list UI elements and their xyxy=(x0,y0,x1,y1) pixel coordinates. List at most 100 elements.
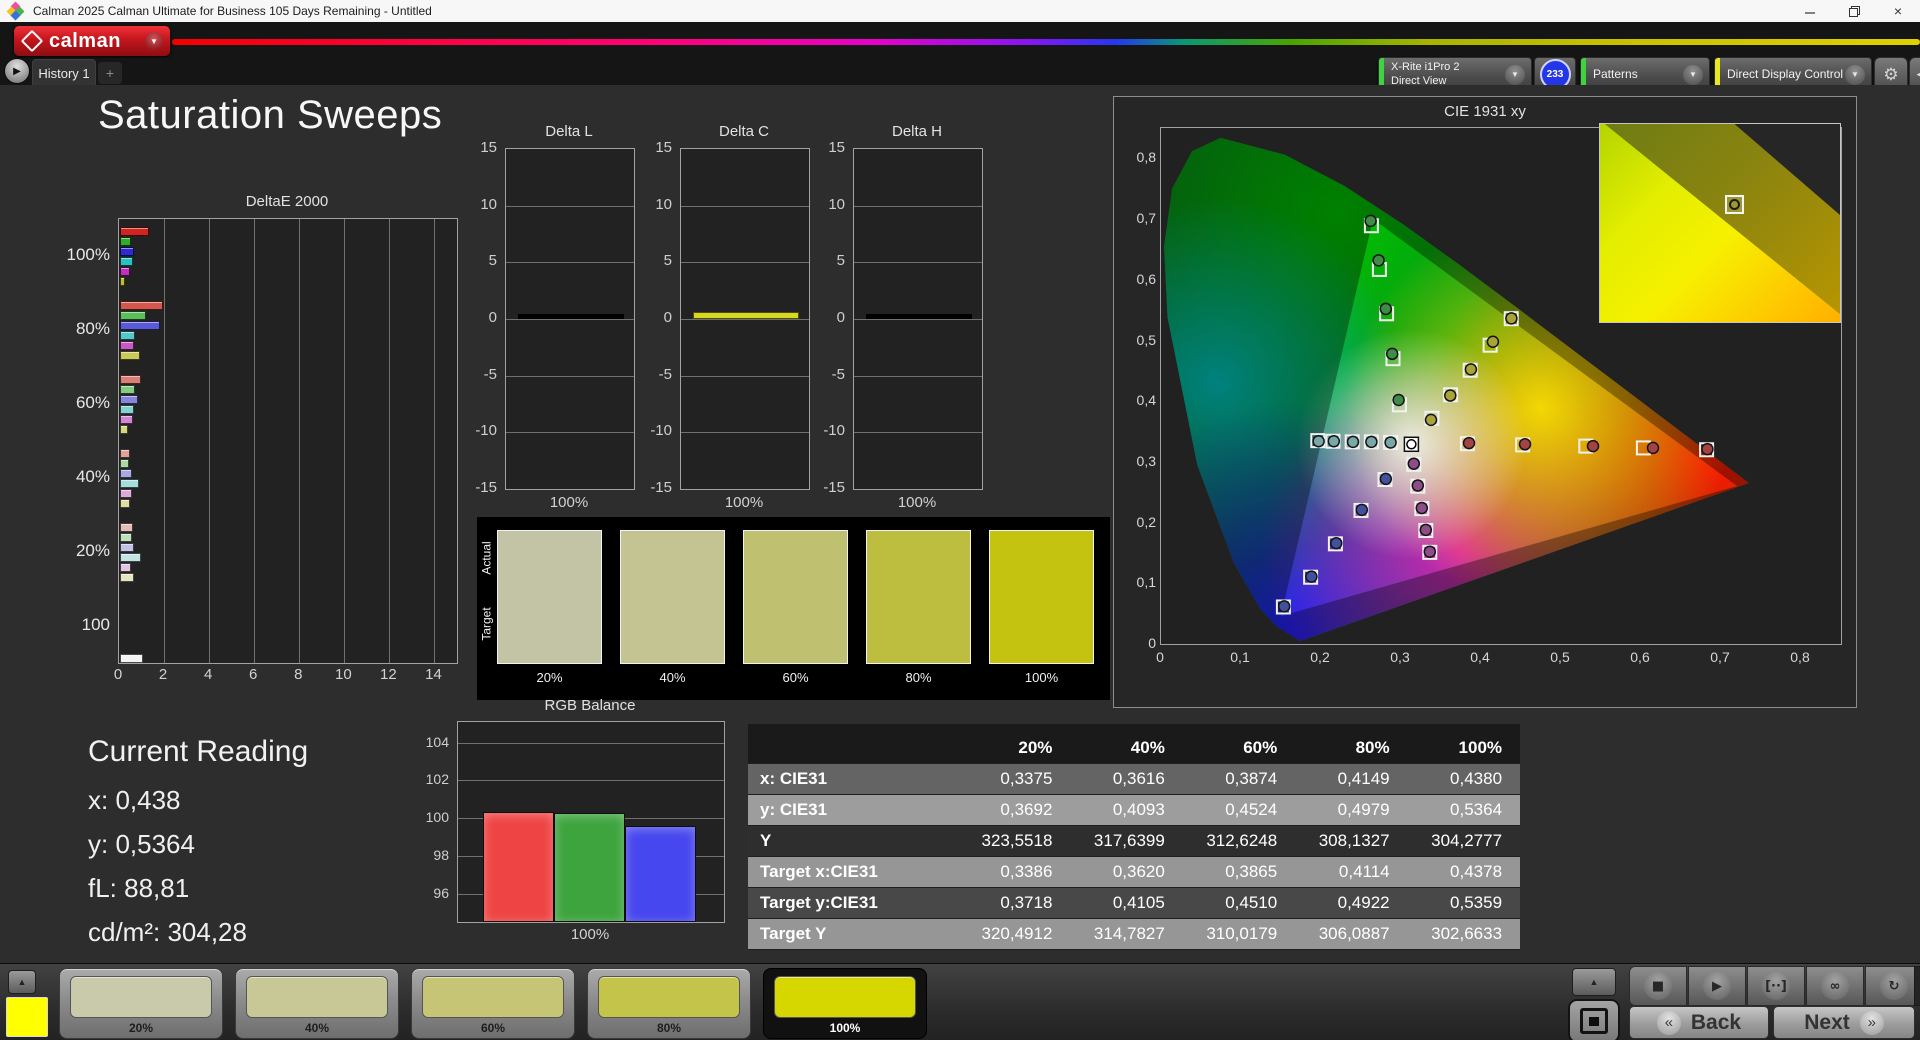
rgb-bar-blue xyxy=(625,825,696,922)
swatch-cell: 40% xyxy=(620,530,725,685)
table-cell: 320,4912 xyxy=(981,924,1053,943)
step-button[interactable]: [··] xyxy=(1747,966,1805,1006)
tick-label: 0,7 xyxy=(1710,649,1730,665)
current-reading-x: x: 0,438 xyxy=(88,785,181,815)
table-cell: 0,4979 xyxy=(1337,800,1390,819)
gridline xyxy=(506,319,634,320)
cie-measured-dot xyxy=(1329,536,1343,550)
next-label: Next xyxy=(1804,1010,1850,1034)
gridline xyxy=(854,205,982,207)
gridline xyxy=(506,205,634,207)
tick-label: 0,2 xyxy=(1310,649,1330,665)
back-label: Back xyxy=(1690,1010,1742,1034)
cie-measured-dot xyxy=(1379,472,1393,486)
deltae-group xyxy=(120,515,456,589)
deltae-group xyxy=(120,293,456,367)
tick-label: 0,6 xyxy=(1136,270,1156,287)
pattern-button-100%[interactable]: 100% xyxy=(763,968,927,1039)
pattern-buttons: 20% 40% 60% 80% 100% xyxy=(59,968,927,1039)
cie-measured-dot xyxy=(1505,312,1518,325)
table-row: y: CIE31 0,3692 0,4093 0,4524 0,4979 0,5364 xyxy=(748,795,1520,826)
back-button[interactable]: « Back xyxy=(1629,1006,1769,1039)
table-cell: 0,4093 xyxy=(1112,800,1165,819)
group-label: 100% xyxy=(66,245,110,264)
cie-measured-dot xyxy=(1312,434,1325,448)
deltae-bar xyxy=(120,320,161,330)
tab-history-1[interactable]: History 1 xyxy=(32,59,96,86)
swatch-cell: 100% xyxy=(989,530,1094,685)
cie-measured-dot xyxy=(1464,363,1478,376)
bottom-bar: ▲ 20% 40% 60% 80% 100% ▲ ■ ▶ [··] ∞ ↻ « Back Nex… xyxy=(0,963,1920,1040)
tick-label: 0,5 xyxy=(1550,649,1570,665)
stop-button[interactable]: ■ xyxy=(1629,966,1687,1006)
deltae-bar xyxy=(120,266,130,276)
gear-icon: ⚙ xyxy=(1883,64,1899,85)
cie-measured-dot xyxy=(1423,545,1437,558)
deltae-bar xyxy=(120,300,164,310)
transport-controls: ■ ▶ [··] ∞ ↻ xyxy=(1629,966,1920,1006)
chevrons-right-icon: » xyxy=(1859,1010,1884,1035)
workflow-nav-button[interactable]: ▶ xyxy=(4,58,30,84)
tick-label: 102 xyxy=(425,771,449,788)
table-row: Target Y 320,4912 314,7827 310,0179 306,0887… xyxy=(748,919,1520,950)
table-cell: 323,5518 xyxy=(981,831,1053,850)
column-header: 20% xyxy=(1018,738,1053,757)
table-row: Y 323,5518 317,6399 312,6248 308,1327 304,277… xyxy=(748,826,1520,857)
chevron-down-icon: ▼ xyxy=(145,32,163,50)
calman-menu-button[interactable]: calman ▼ xyxy=(14,26,170,56)
tick-label: 10 xyxy=(480,195,497,213)
play-icon: ▶ xyxy=(1703,972,1731,1000)
pattern-swatch xyxy=(246,976,388,1018)
cie-measured-dot xyxy=(1646,441,1660,455)
minimize-button[interactable] xyxy=(1788,0,1832,22)
tick-label: 0,3 xyxy=(1390,649,1410,665)
pattern-swatch xyxy=(70,976,212,1018)
cie-zoom-inset xyxy=(1599,123,1841,323)
close-button[interactable]: × xyxy=(1876,0,1920,22)
tick-label: -15 xyxy=(475,479,497,496)
deltae-bar xyxy=(120,552,142,562)
cie-measured-dot xyxy=(1385,347,1399,361)
tick-label: -5 xyxy=(831,365,845,383)
window-title: Calman 2025 Calman Ultimate for Business… xyxy=(33,4,432,18)
pattern-button-40%[interactable]: 40% xyxy=(235,968,399,1039)
loop-icon: ∞ xyxy=(1821,972,1849,1000)
play-button[interactable]: ▶ xyxy=(1688,966,1746,1006)
pattern-scroll-up-button[interactable]: ▲ xyxy=(8,970,36,994)
pattern-button-label: 40% xyxy=(304,1021,330,1035)
cie-measured-dot xyxy=(1327,434,1341,448)
swatch-row: 20% 40% 60% 80% 100% xyxy=(497,530,1094,685)
loop-button[interactable]: ∞ xyxy=(1806,966,1864,1006)
rgb-bar-red xyxy=(483,812,554,922)
column-header: 80% xyxy=(1355,738,1390,757)
measurement-table: 20% 40% 60% 80% 100% x: CIE31 0,3375 0,3616 0,38… xyxy=(748,724,1520,950)
swatch-label: 60% xyxy=(782,670,809,685)
pattern-color-chip xyxy=(6,997,48,1037)
delta-c-x-label: 100% xyxy=(724,494,764,511)
table-cell: 0,4105 xyxy=(1112,893,1165,912)
next-button[interactable]: Next » xyxy=(1773,1006,1915,1039)
restore-button[interactable] xyxy=(1832,0,1876,22)
delta-c-y-labels: 15 10 5 0 -5 -10 -15 xyxy=(640,139,676,496)
gridline xyxy=(506,262,634,264)
pattern-button-label: 80% xyxy=(656,1021,682,1035)
gridline xyxy=(681,432,809,434)
add-tab-button[interactable]: + xyxy=(98,62,122,84)
tick-label: 0 xyxy=(488,309,497,326)
pattern-button-80%[interactable]: 80% xyxy=(587,968,751,1039)
tick-label: 0 xyxy=(113,666,123,683)
refresh-button[interactable]: ↻ xyxy=(1865,966,1920,1006)
table-cell: 0,4510 xyxy=(1225,893,1278,912)
delta-c-title: Delta C xyxy=(718,123,770,140)
cie-measured-dot xyxy=(1415,501,1429,515)
pattern-window-button[interactable] xyxy=(1568,999,1620,1040)
pattern-button-60%[interactable]: 60% xyxy=(411,968,575,1039)
row-label: Target Y xyxy=(760,924,827,943)
pattern-button-20%[interactable]: 20% xyxy=(59,968,223,1039)
tick-label: 15 xyxy=(828,139,845,156)
cie-measured-dot xyxy=(1518,438,1532,451)
table-row: x: CIE31 0,3375 0,3616 0,3874 0,4149 0,4380 xyxy=(748,764,1520,795)
tick-label: 10 xyxy=(655,195,672,213)
table-header-row: 20% 40% 60% 80% 100% xyxy=(748,724,1520,764)
meter-scroll-up-button[interactable]: ▲ xyxy=(1572,968,1616,996)
